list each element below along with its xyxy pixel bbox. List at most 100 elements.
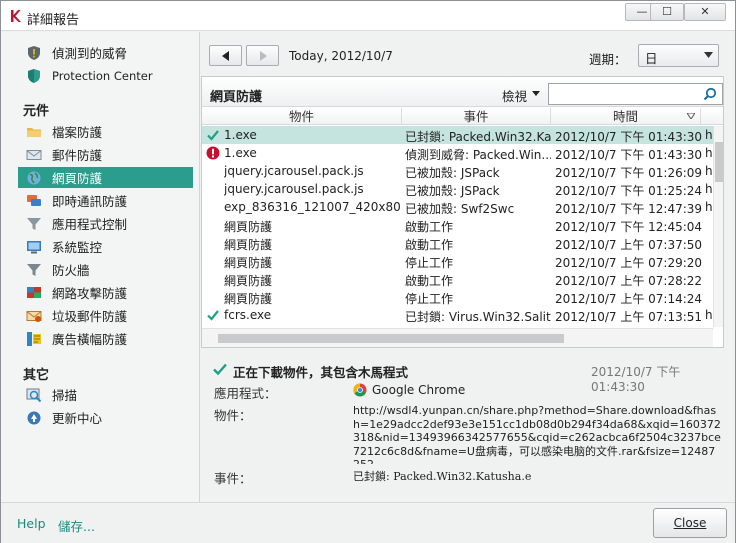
grid-header: 物件 事件 時間 [202, 108, 723, 125]
sidebar-item-scan[interactable]: 掃描 [18, 384, 193, 405]
title-bar: 詳細報告 — ☐ ✕ [1, 1, 735, 31]
cell-event: 啟動工作 [405, 220, 454, 234]
sidebar-item-label: 防火牆 [52, 263, 90, 278]
section-other-heading: 其它 [23, 368, 50, 383]
filter-icon [27, 217, 41, 230]
sidebar-item-anti-banner[interactable]: 廣告橫幅防護 [18, 328, 193, 349]
sidebar-item-network-attack-blocker[interactable]: 網路攻擊防護 [18, 282, 193, 303]
cell-object: exp_836316_121007_420x80_4.swf [224, 200, 400, 214]
table-row[interactable]: 網頁防護 啟動工作 2012/10/7 上午 07:28:22 [202, 270, 713, 288]
details-object-label: 物件： [214, 408, 252, 423]
table-row[interactable]: 1.exe 偵測到威脅: Packed.Win... 2012/10/7 下午 01… [202, 144, 713, 162]
search-icon[interactable] [703, 87, 717, 101]
cell-extra: h [705, 146, 713, 160]
horizontal-scrollbar[interactable] [202, 328, 713, 347]
shield-warning-icon [28, 45, 40, 60]
column-header-time[interactable]: 時間 [551, 108, 701, 125]
sidebar-item-file-protection[interactable]: 檔案防護 [18, 121, 193, 142]
period-selected-value: 日 [645, 51, 658, 66]
sidebar-item-anti-spam[interactable]: 垃圾郵件防護 [18, 305, 193, 326]
save-link[interactable]: 儲存... [58, 516, 95, 535]
sidebar-item-label: 郵件防護 [52, 148, 103, 163]
sidebar-item-system-watcher[interactable]: 系統監控 [18, 236, 193, 257]
cell-extra: h [705, 200, 713, 214]
next-period-button[interactable] [246, 45, 279, 66]
maximize-icon: ☐ [662, 5, 672, 18]
table-row[interactable]: jquery.jcarousel.pack.js 已被加殼: JSPack 2012… [202, 180, 713, 198]
horizontal-scrollbar-thumb[interactable] [218, 334, 564, 343]
chat-icon [27, 194, 41, 206]
sidebar-item-label: 應用程式控制 [52, 217, 128, 232]
sidebar-item-im-protection[interactable]: 即時通訊防護 [18, 190, 193, 211]
period-select[interactable]: 日 [638, 44, 719, 67]
cell-object: 網頁防護 [224, 292, 273, 306]
sidebar-item-detected-threats[interactable]: 偵測到的威脅 [18, 42, 193, 63]
table-row[interactable]: 網頁防護 停止工作 2012/10/7 上午 07:14:24 [202, 288, 713, 306]
sidebar-item-update-center[interactable]: 更新中心 [18, 407, 193, 428]
table-row[interactable]: exp_836316_121007_420x80_4.swf 已被加殼: Swf2… [202, 198, 713, 216]
vertical-scrollbar-thumb[interactable] [715, 142, 723, 182]
sidebar-item-firewall[interactable]: 防火牆 [18, 259, 193, 280]
sidebar-item-label: 網頁防護 [52, 171, 103, 186]
close-window-button[interactable]: ✕ [684, 3, 726, 21]
window-title: 詳細報告 [27, 13, 80, 28]
sidebar-item-label: 即時通訊防護 [52, 194, 128, 209]
table-row[interactable]: 網頁防護 啟動工作 2012/10/7 上午 07:37:50 [202, 234, 713, 252]
view-menu[interactable]: 檢視 [502, 86, 527, 105]
details-title: 正在下載物件，其包含木馬程式 [233, 365, 409, 380]
cell-event: 啟動工作 [405, 238, 454, 252]
panel-title: 網頁防護 [210, 90, 263, 105]
cell-time: 2012/10/7 上午 07:13:51 [555, 310, 703, 324]
vertical-scrollbar[interactable] [713, 126, 723, 327]
cell-time: 2012/10/7 下午 01:43:30 [555, 130, 703, 144]
column-header-extra[interactable] [701, 108, 715, 125]
search-input[interactable] [548, 83, 723, 105]
details-event-label: 事件： [214, 471, 252, 486]
close-button[interactable]: Close [653, 508, 727, 538]
cell-time: 2012/10/7 下午 12:47:39 [555, 202, 703, 216]
details-app: Google Chrome [353, 383, 465, 397]
cell-event: 已被加殼: JSPack [405, 166, 500, 180]
cell-object: jquery.jcarousel.pack.js [224, 164, 364, 178]
cell-object: 網頁防護 [224, 256, 273, 270]
cell-event: 偵測到威脅: Packed.Win... [405, 148, 551, 162]
sidebar-item-protection-center[interactable]: Protection Center [18, 65, 193, 86]
mail-icon [26, 149, 42, 160]
table-row[interactable]: jquery.jcarousel.pack.js 已被加殼: JSPack 2012… [202, 162, 713, 180]
cell-time: 2012/10/7 上午 07:28:22 [555, 274, 703, 288]
sidebar-item-label: 偵測到的威脅 [52, 46, 128, 61]
sidebar: 偵測到的威脅 Protection Center 元件 檔案防護 郵件防護 網頁… [1, 32, 200, 502]
sidebar-item-mail-protection[interactable]: 郵件防護 [18, 144, 193, 165]
maximize-button[interactable]: ☐ [650, 3, 684, 21]
report-window: 詳細報告 — ☐ ✕ 偵測到的威脅 Protection Center 元件 檔… [0, 0, 736, 543]
kaspersky-logo-icon [11, 10, 21, 22]
help-link[interactable]: Help [17, 516, 46, 531]
check-icon [207, 310, 219, 321]
sidebar-item-app-control[interactable]: 應用程式控制 [18, 213, 193, 234]
previous-period-button[interactable] [209, 45, 242, 66]
table-row[interactable]: 網頁防護 停止工作 2012/10/7 上午 07:29:20 [202, 252, 713, 270]
sidebar-item-label: Protection Center [52, 68, 153, 83]
cell-object: 1.exe [224, 128, 257, 142]
details-app-value: Google Chrome [372, 383, 466, 397]
cell-object: 1.exe [224, 146, 257, 160]
table-row[interactable]: 網頁防護 啟動工作 2012/10/7 下午 12:45:04 [202, 216, 713, 234]
sidebar-item-label: 廣告橫幅防護 [52, 332, 128, 347]
cell-event: 已封鎖: Virus.Win32.Salit... [405, 310, 551, 324]
sidebar-item-label: 垃圾郵件防護 [52, 309, 128, 324]
table-row[interactable]: fcrs.exe 已封鎖: Virus.Win32.Salit... 2012/10… [202, 306, 713, 324]
cell-object: 網頁防護 [224, 274, 273, 288]
cell-event: 已被加殼: Swf2Swc [405, 202, 515, 216]
table-row[interactable]: 1.exe 已封鎖: Packed.Win32.Ka... 2012/10/7 下午… [202, 126, 713, 144]
column-header-object[interactable]: 物件 [202, 108, 402, 125]
sidebar-item-web-protection[interactable]: 網頁防護 [18, 167, 193, 188]
panel-header: 網頁防護 檢視 [202, 77, 723, 107]
network-attack-icon [27, 286, 41, 298]
cell-time: 2012/10/7 上午 07:14:24 [555, 292, 703, 306]
current-date: Today, 2012/10/7 [289, 49, 393, 63]
cell-extra: h [705, 128, 713, 142]
cell-time: 2012/10/7 下午 01:25:24 [555, 184, 703, 198]
column-header-event[interactable]: 事件 [402, 108, 551, 125]
sidebar-item-label: 系統監控 [52, 240, 103, 255]
chrome-icon [353, 383, 367, 397]
